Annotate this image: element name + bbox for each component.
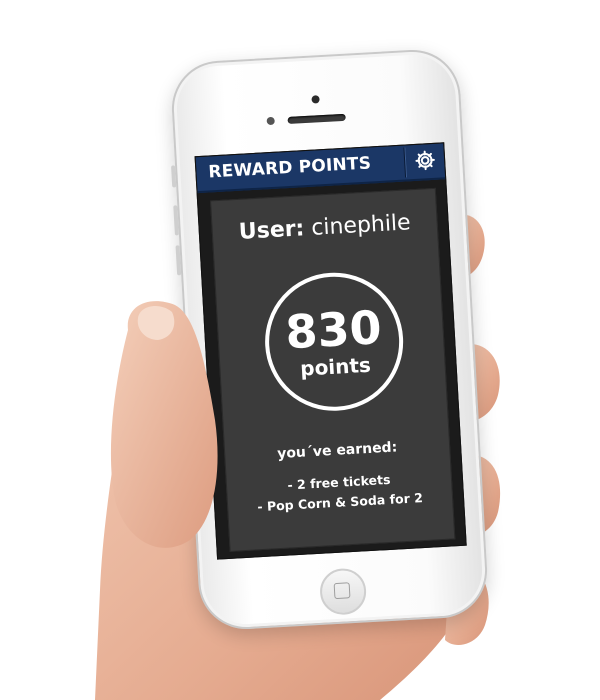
volume-up-button bbox=[173, 205, 179, 236]
front-camera bbox=[311, 95, 320, 104]
home-button[interactable] bbox=[318, 567, 368, 616]
gear-icon[interactable] bbox=[414, 149, 437, 172]
home-square-icon bbox=[333, 582, 351, 600]
stage: REWARD POINTS User: cinephile 830 points… bbox=[0, 0, 600, 700]
points-ring: 830 points bbox=[261, 269, 407, 415]
points-value: 830 bbox=[284, 300, 383, 360]
user-line: User: cinephile bbox=[212, 209, 437, 246]
rewards-list: - 2 free tickets - Pop Corn & Soda for 2 bbox=[227, 468, 453, 520]
smartphone: REWARD POINTS User: cinephile 830 points… bbox=[169, 47, 490, 632]
earned-title: you´ve earned: bbox=[276, 439, 398, 463]
mute-switch bbox=[171, 165, 177, 188]
earpiece-speaker bbox=[287, 113, 346, 124]
phone-screen: REWARD POINTS User: cinephile 830 points… bbox=[194, 142, 467, 560]
header-divider bbox=[403, 147, 408, 178]
proximity-sensor bbox=[266, 116, 275, 126]
app-header: REWARD POINTS bbox=[195, 143, 446, 194]
user-name: cinephile bbox=[310, 210, 412, 241]
volume-down-button bbox=[175, 245, 182, 276]
app-title: REWARD POINTS bbox=[207, 153, 372, 183]
reward-card: User: cinephile 830 points you´ve earned… bbox=[210, 187, 456, 552]
user-label: User: bbox=[238, 216, 306, 245]
